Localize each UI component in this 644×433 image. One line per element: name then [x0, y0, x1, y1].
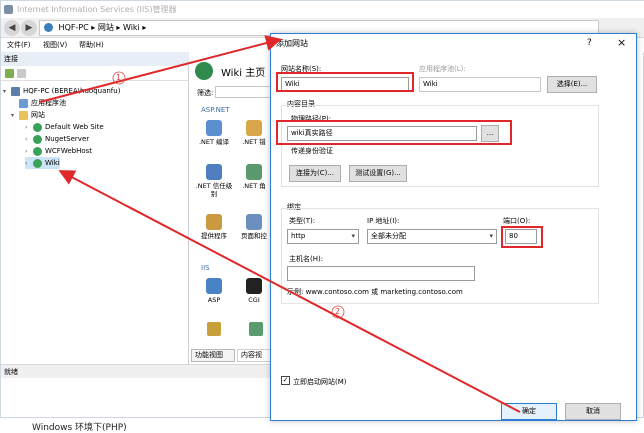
step1-label: 1 [116, 73, 122, 82]
annotation-arrows [39, 35, 521, 413]
caption-text: Windows 环境下(PHP) [32, 423, 127, 433]
step2-label: 2 [335, 307, 341, 316]
arrow-step2 [58, 170, 521, 413]
arrow-step1 [39, 35, 282, 103]
